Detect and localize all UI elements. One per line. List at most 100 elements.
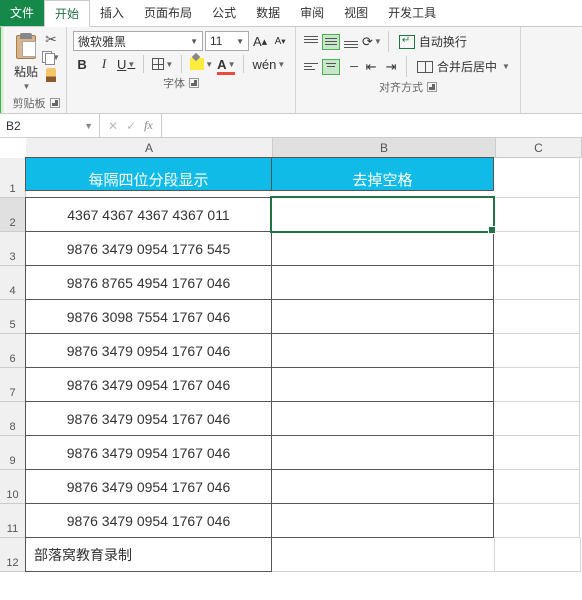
cell-data-b[interactable] xyxy=(271,299,494,334)
tab-file[interactable]: 文件 xyxy=(0,0,44,26)
cell-data-b[interactable] xyxy=(271,401,494,436)
row-header[interactable]: 1 xyxy=(0,158,26,198)
align-middle-button[interactable] xyxy=(322,34,340,50)
formula-input[interactable] xyxy=(162,114,582,137)
group-font: 微软雅黑▼ 11▼ A▴ A▾ B I U▼ ▼ ▼ A▼ wén▼ 字体 xyxy=(67,27,296,113)
bold-button[interactable]: B xyxy=(73,55,91,73)
cell-data-b[interactable] xyxy=(271,231,494,266)
tab-home[interactable]: 开始 xyxy=(44,0,90,27)
wrap-icon xyxy=(399,35,415,49)
cell-data-b[interactable] xyxy=(271,469,494,504)
cell-data-a[interactable]: 9876 3479 0954 1767 046 xyxy=(25,333,272,368)
row-header[interactable]: 7 xyxy=(0,368,26,402)
cell-data-a[interactable]: 9876 3479 0954 1767 046 xyxy=(25,367,272,402)
align-bottom-button[interactable] xyxy=(342,34,360,50)
cell-data-b[interactable] xyxy=(271,367,494,402)
tab-view[interactable]: 视图 xyxy=(334,0,378,26)
cell-data-b[interactable] xyxy=(271,503,494,538)
font-size-combo[interactable]: 11▼ xyxy=(205,31,249,51)
cell-data-b[interactable] xyxy=(271,197,494,232)
orientation-button[interactable]: ⟳▼ xyxy=(362,33,382,51)
cell[interactable] xyxy=(494,368,580,402)
cell-data-a[interactable]: 9876 3098 7554 1767 046 xyxy=(25,299,272,334)
cell[interactable] xyxy=(494,198,580,232)
cell[interactable] xyxy=(494,470,580,504)
cell-data-b[interactable] xyxy=(271,265,494,300)
align-left-button[interactable] xyxy=(302,59,320,75)
align-dialog-launcher[interactable] xyxy=(427,82,437,92)
increase-indent-button[interactable]: ⇥ xyxy=(382,58,400,76)
row-header[interactable]: 4 xyxy=(0,266,26,300)
cell[interactable] xyxy=(494,300,580,334)
cell[interactable] xyxy=(494,232,580,266)
cell[interactable] xyxy=(495,538,581,572)
row-header[interactable]: 3 xyxy=(0,232,26,266)
cell-data-b[interactable] xyxy=(271,333,494,368)
cell[interactable] xyxy=(494,504,580,538)
font-color-button[interactable]: A▼ xyxy=(217,55,235,73)
font-name-combo[interactable]: 微软雅黑▼ xyxy=(73,31,203,51)
phonetic-button[interactable]: wén▼ xyxy=(252,55,285,73)
format-painter-button[interactable] xyxy=(42,67,60,83)
decrease-indent-button[interactable]: ⇤ xyxy=(362,58,380,76)
italic-button[interactable]: I xyxy=(95,55,113,73)
tab-page-layout[interactable]: 页面布局 xyxy=(134,0,202,26)
row-header[interactable]: 9 xyxy=(0,436,26,470)
tab-formula[interactable]: 公式 xyxy=(202,0,246,26)
cancel-icon[interactable]: ✕ xyxy=(108,119,118,133)
row-header[interactable]: 8 xyxy=(0,402,26,436)
col-header-b[interactable]: B xyxy=(273,138,496,158)
cell-data-a[interactable]: 9876 3479 0954 1767 046 xyxy=(25,469,272,504)
align-center-button[interactable] xyxy=(322,59,340,75)
fill-icon xyxy=(190,58,204,70)
col-header-a[interactable]: A xyxy=(26,138,273,158)
border-button[interactable]: ▼ xyxy=(152,55,173,73)
cell-data-a[interactable]: 9876 8765 4954 1767 046 xyxy=(25,265,272,300)
wrap-text-button[interactable]: 自动换行 xyxy=(395,31,471,52)
cut-button[interactable]: ✂ xyxy=(42,31,60,47)
cell-data-a[interactable]: 9876 3479 0954 1776 545 xyxy=(25,231,272,266)
border-icon xyxy=(152,58,164,70)
fx-icon[interactable]: fx xyxy=(144,118,153,133)
merge-center-button[interactable]: 合并后居中▼ xyxy=(413,56,514,77)
formula-bar: B2▼ ✕ ✓ fx xyxy=(0,114,582,138)
col-header-c[interactable]: C xyxy=(496,138,582,158)
cell[interactable] xyxy=(494,436,580,470)
row-header[interactable]: 12 xyxy=(0,538,26,572)
cell-data-a[interactable]: 4367 4367 4367 4367 011 xyxy=(25,197,272,232)
fill-color-button[interactable]: ▼ xyxy=(190,55,213,73)
tab-review[interactable]: 审阅 xyxy=(290,0,334,26)
cell-data-a[interactable]: 9876 3479 0954 1767 046 xyxy=(25,401,272,436)
scissors-icon: ✂ xyxy=(45,31,57,48)
font-dialog-launcher[interactable] xyxy=(189,78,199,88)
cell[interactable] xyxy=(494,334,580,368)
row-header[interactable]: 2 xyxy=(0,198,26,232)
name-box[interactable]: B2▼ xyxy=(0,114,100,137)
cell-data-a[interactable]: 9876 3479 0954 1767 046 xyxy=(25,503,272,538)
tab-insert[interactable]: 插入 xyxy=(90,0,134,26)
cell-header-a[interactable]: 每隔四位分段显示 xyxy=(25,157,272,191)
cell[interactable] xyxy=(494,402,580,436)
cell-footer[interactable]: 部落窝教育录制 xyxy=(25,537,272,572)
copy-button[interactable]: ▼ xyxy=(42,49,60,65)
cell-data-a[interactable]: 9876 3479 0954 1767 046 xyxy=(25,435,272,470)
shrink-font-button[interactable]: A▾ xyxy=(271,32,289,50)
paste-button[interactable]: 粘贴 ▼ xyxy=(12,31,40,93)
cell[interactable] xyxy=(272,538,495,572)
tab-data[interactable]: 数据 xyxy=(246,0,290,26)
cell-data-b[interactable] xyxy=(271,435,494,470)
row-header[interactable]: 6 xyxy=(0,334,26,368)
cell[interactable] xyxy=(494,266,580,300)
row-header[interactable]: 5 xyxy=(0,300,26,334)
clipboard-dialog-launcher[interactable] xyxy=(50,98,60,108)
underline-button[interactable]: U▼ xyxy=(117,55,135,73)
cell[interactable] xyxy=(494,158,580,198)
enter-icon[interactable]: ✓ xyxy=(126,119,136,133)
tab-developer[interactable]: 开发工具 xyxy=(378,0,446,26)
row-header[interactable]: 10 xyxy=(0,470,26,504)
align-top-button[interactable] xyxy=(302,34,320,50)
cell-header-b[interactable]: 去掉空格 xyxy=(271,157,494,191)
row-header[interactable]: 11 xyxy=(0,504,26,538)
grow-font-button[interactable]: A▴ xyxy=(251,32,269,50)
align-right-button[interactable] xyxy=(342,59,360,75)
